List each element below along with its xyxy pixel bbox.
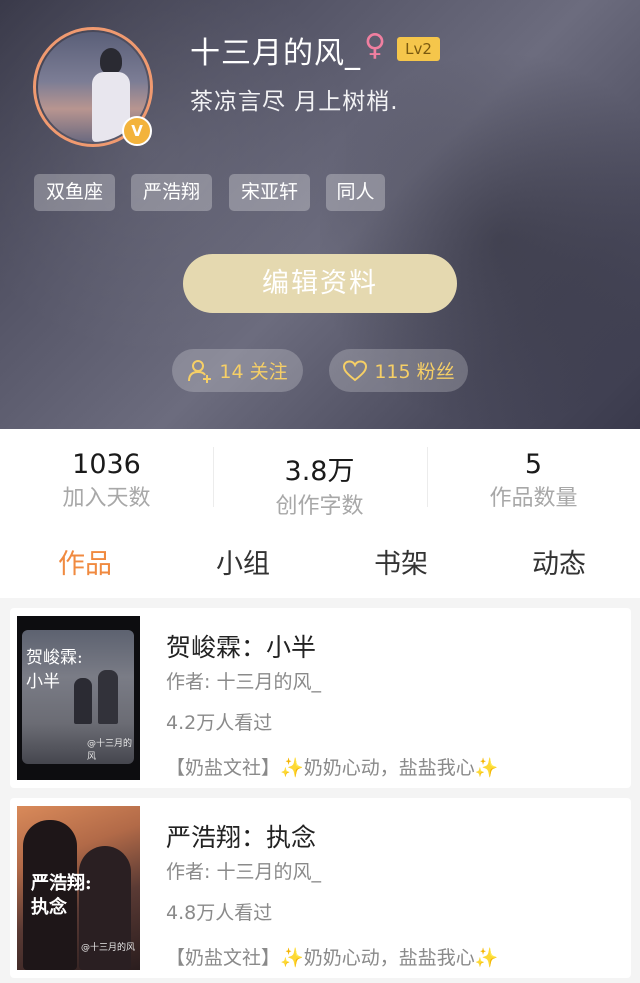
work-title: 贺峻霖：小半 [166, 633, 317, 662]
fans-button[interactable]: 115 粉丝 [329, 349, 468, 392]
following-button[interactable]: 14 关注 [172, 349, 303, 392]
work-cover: 贺峻霖: 小半 @十三月的风 [17, 616, 140, 780]
tab-groups[interactable]: 小组 [216, 542, 270, 581]
stat-label: 作品数量 [489, 486, 578, 511]
fans-label: 115 粉丝 [374, 361, 455, 383]
nickname: 十三月的风_ [190, 36, 361, 71]
desc-prefix: 【奶盐文社】 [166, 757, 281, 779]
sparkle-icon: ✨ [474, 947, 499, 969]
stat-join-days: 1036 加入天数 [0, 449, 213, 512]
cover-title-line: 执念 [31, 897, 67, 918]
sparkle-icon: ✨ [474, 757, 499, 779]
work-views: 4.2万人看过 [166, 712, 273, 734]
tab-bar: 作品 小组 书架 动态 [0, 530, 640, 596]
tab-bookshelf[interactable]: 书架 [374, 542, 428, 581]
avatar[interactable]: V [33, 27, 153, 147]
edit-profile-button[interactable]: 编辑资料 [183, 254, 457, 313]
sparkle-icon: ✨ [280, 757, 304, 779]
tab-works[interactable]: 作品 [58, 542, 112, 581]
add-user-icon [188, 359, 212, 383]
heart-icon [343, 359, 368, 381]
stat-label: 创作字数 [275, 494, 364, 519]
work-cover: 严浩翔: 执念 @十三月的风 [17, 806, 140, 970]
work-description: 【奶盐文社】✨奶奶心动，盐盐我心✨ [166, 943, 498, 970]
stat-works-count: 5 作品数量 [427, 449, 640, 512]
stat-label: 加入天数 [62, 486, 151, 511]
work-card[interactable]: 贺峻霖: 小半 @十三月的风 贺峻霖：小半 作者: 十三月的风_ 4.2万人看过… [10, 608, 631, 788]
desc-prefix: 【奶盐文社】 [166, 947, 281, 969]
stat-divider [213, 447, 214, 507]
cover-credit: @十三月的风 [81, 943, 136, 953]
sparkle-icon: ✨ [280, 947, 304, 969]
stat-value: 5 [524, 449, 543, 480]
female-gender-icon: ♀ [364, 28, 386, 63]
stat-divider [427, 447, 428, 507]
tag-item[interactable]: 严浩翔 [131, 174, 212, 211]
work-views: 4.8万人看过 [166, 902, 273, 924]
desc-main: 奶奶心动，盐盐我心 [303, 947, 475, 969]
cover-credit: @十三月的风 [87, 739, 133, 762]
work-author: 作者: 十三月的风_ [166, 671, 321, 693]
work-description: 【奶盐文社】✨奶奶心动，盐盐我心✨ [166, 753, 498, 780]
profile-header: V 十三月的风_ ♀ Lv2 茶凉言尽 月上树梢. 双鱼座 严浩翔 宋亚轩 同人… [0, 0, 640, 429]
tag-item[interactable]: 同人 [326, 174, 385, 211]
stats-bar: 1036 加入天数 3.8万 创作字数 5 作品数量 [0, 429, 640, 529]
work-title: 严浩翔：执念 [166, 823, 317, 852]
work-author: 作者: 十三月的风_ [166, 861, 321, 883]
following-label: 14 关注 [219, 361, 288, 383]
signature: 茶凉言尽 月上树梢. [190, 89, 399, 115]
cover-title-line: 小半 [26, 672, 60, 692]
verified-badge-icon: V [122, 116, 152, 146]
desc-main: 奶奶心动，盐盐我心 [303, 757, 475, 779]
tag-item[interactable]: 宋亚轩 [229, 174, 310, 211]
tag-item[interactable]: 双鱼座 [34, 174, 115, 211]
stat-word-count: 3.8万 创作字数 [213, 449, 426, 520]
cover-title-line: 贺峻霖: [26, 648, 83, 668]
work-card[interactable]: 严浩翔: 执念 @十三月的风 严浩翔：执念 作者: 十三月的风_ 4.8万人看过… [10, 798, 631, 978]
cover-title-line: 严浩翔: [31, 873, 92, 894]
stat-value: 1036 [72, 449, 141, 480]
level-badge: Lv2 [397, 37, 440, 61]
tab-activity[interactable]: 动态 [532, 542, 586, 581]
stat-value: 3.8万 [284, 456, 355, 487]
